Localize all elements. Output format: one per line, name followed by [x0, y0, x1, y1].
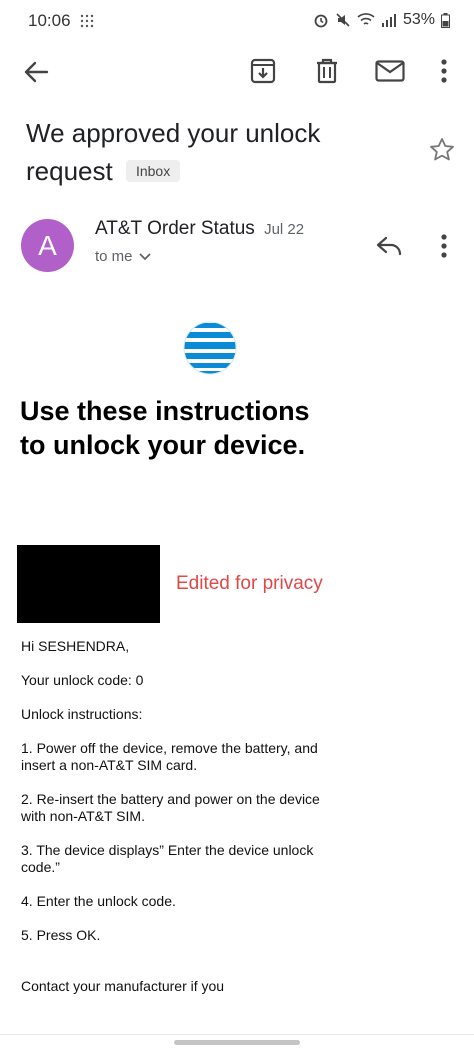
- redacted-block: [17, 545, 160, 623]
- sender-info: AT&T Order Status Jul 22: [95, 218, 304, 240]
- instruction-step: 2. Re-insert the battery and power on th…: [21, 791, 320, 824]
- archive-icon: [250, 58, 276, 84]
- app-grid-icon: [80, 14, 94, 33]
- home-indicator[interactable]: [174, 1040, 300, 1045]
- chevron-down-icon: [138, 252, 151, 260]
- more-vert-icon: [441, 234, 447, 258]
- app-bar: [0, 44, 474, 98]
- footer-text: Contact your manufacturer if you: [21, 978, 225, 994]
- delete-button[interactable]: [312, 56, 342, 86]
- unlock-code: Your unlock code: 0: [21, 672, 144, 688]
- mail-icon: [375, 60, 405, 82]
- status-time: 10:06: [28, 11, 71, 30]
- battery-icon: [441, 12, 450, 28]
- message-more-button[interactable]: [432, 230, 456, 262]
- instruction-step: 4. Enter the unlock code.: [21, 893, 176, 909]
- star-icon: [430, 138, 454, 161]
- email-date: Jul 22: [264, 221, 305, 238]
- recipient-text: to me: [95, 248, 133, 265]
- more-vert-icon: [441, 59, 447, 83]
- mute-icon: [335, 12, 351, 28]
- recipient-details[interactable]: to me: [95, 248, 151, 265]
- archive-button[interactable]: [248, 56, 278, 86]
- star-button[interactable]: [428, 136, 456, 164]
- instructions-title: Unlock instructions:: [21, 706, 143, 722]
- battery-percent: 53%: [402, 11, 435, 28]
- privacy-note: Edited for privacy: [176, 573, 323, 594]
- back-button[interactable]: [20, 56, 52, 88]
- more-options-button[interactable]: [432, 56, 456, 86]
- greeting: Hi SESHENDRA,: [21, 638, 130, 654]
- instruction-step: 3. The device displays” Enter the device…: [21, 842, 314, 875]
- wifi-icon: [357, 12, 375, 28]
- signal-icon: [381, 13, 397, 27]
- status-icons: 53%: [313, 11, 450, 29]
- sender-name: AT&T Order Status: [95, 218, 255, 239]
- status-bar: 10:06 53%: [0, 0, 474, 44]
- alarm-icon: [313, 12, 329, 28]
- instruction-step: 5. Press OK.: [21, 927, 101, 943]
- mark-unread-button[interactable]: [374, 56, 406, 86]
- att-globe-logo: [182, 320, 238, 376]
- reply-button[interactable]: [372, 230, 406, 262]
- delete-icon: [317, 58, 337, 84]
- back-arrow-icon: [24, 61, 49, 83]
- reply-icon: [376, 236, 402, 256]
- email-headline: Use these instructions to unlock your de…: [20, 396, 310, 460]
- inbox-label-badge[interactable]: Inbox: [125, 160, 181, 182]
- sender-avatar[interactable]: A: [21, 219, 74, 272]
- nav-divider: [0, 1034, 474, 1035]
- email-subject: We approved your unlock request Inbox: [26, 114, 356, 190]
- email-body-text: Hi SESHENDRA, Your unlock code: 0 Unlock…: [21, 638, 321, 1012]
- instruction-step: 1. Power off the device, remove the batt…: [21, 740, 318, 773]
